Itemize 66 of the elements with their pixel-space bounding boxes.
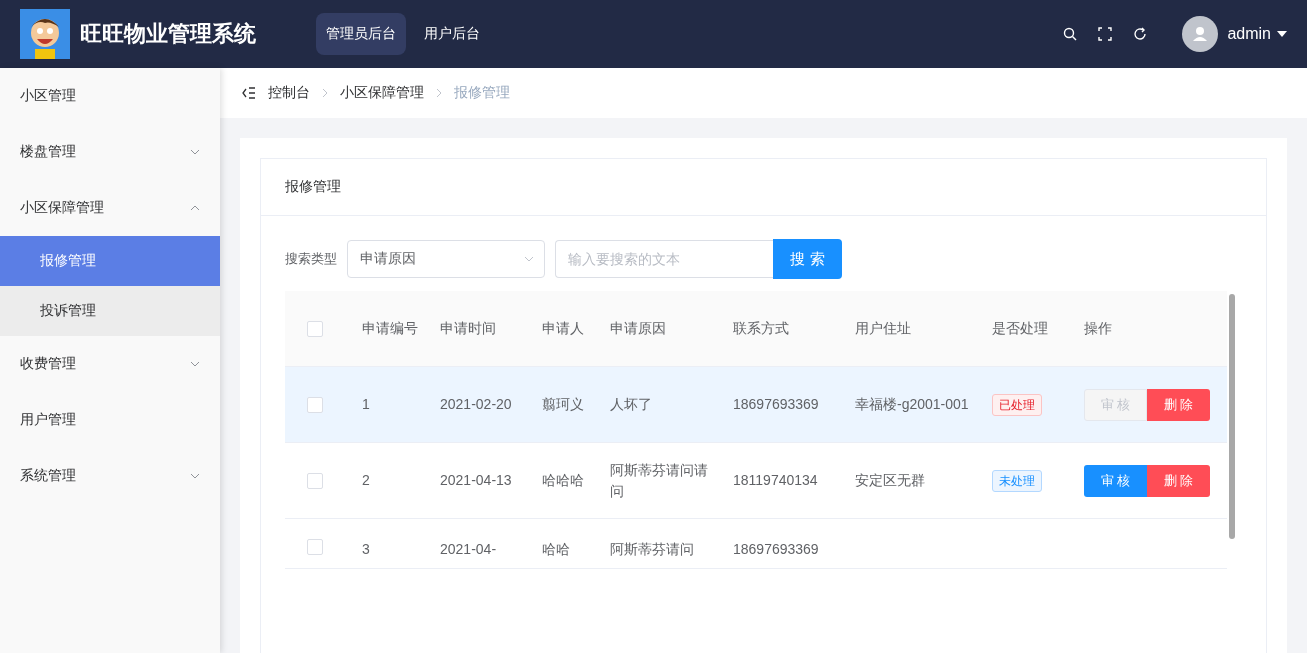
search-icon[interactable] [1063, 27, 1078, 41]
user-name[interactable]: admin [1227, 25, 1271, 43]
menu-label: 小区管理 [20, 87, 76, 105]
status-tag: 已处理 [992, 393, 1042, 416]
status-tag: 未处理 [992, 469, 1042, 492]
cartoon-boy-logo-icon [20, 9, 70, 59]
table-cell: 哈哈 [542, 541, 570, 557]
column-header: 申请编号 [362, 320, 418, 336]
table-cell: 2021-04-13 [440, 472, 512, 488]
table-cell: 幸福楼-g2001-001 [855, 396, 969, 412]
row-checkbox[interactable] [307, 396, 323, 413]
search-type-label: 搜索类型 [285, 250, 337, 268]
row-checkbox[interactable] [307, 472, 323, 489]
column-header: 申请时间 [440, 320, 496, 336]
column-header: 操作 [1084, 320, 1112, 336]
table-cell: 18697693369 [733, 396, 819, 412]
sidebar-item[interactable]: 系统管理 [0, 448, 220, 504]
column-header: 联系方式 [733, 320, 789, 336]
menu-label: 小区保障管理 [20, 199, 104, 217]
table-cell: 阿斯蒂芬请问请问 [610, 461, 708, 499]
table-cell: 人坏了 [610, 396, 652, 412]
table-cell: 18697693369 [733, 541, 819, 557]
menu-label: 用户管理 [20, 411, 76, 429]
sidebar-subitem[interactable]: 投诉管理 [0, 286, 220, 336]
menu-label: 楼盘管理 [20, 143, 76, 161]
column-header: 申请人 [542, 320, 584, 336]
sidebar-item[interactable]: 小区保障管理 [0, 180, 220, 236]
table-cell: 2021-02-20 [440, 396, 512, 412]
table-cell: 18119740134 [733, 472, 818, 488]
menu-label: 系统管理 [20, 467, 76, 485]
panel-title: 报修管理 [285, 178, 341, 196]
avatar-icon[interactable] [1182, 16, 1219, 52]
chevron-right-icon [436, 88, 442, 98]
table-cell: 翦珂义 [542, 396, 584, 412]
sidebar-subitem[interactable]: 报修管理 [0, 236, 220, 286]
chevron-down-icon [524, 256, 534, 262]
table-cell: 1 [362, 396, 370, 412]
select-all-checkbox[interactable] [307, 320, 323, 337]
app-title: 旺旺物业管理系统 [80, 20, 256, 48]
chevron-right-icon [322, 88, 328, 98]
search-field[interactable]: 输入要搜索的文本 [555, 240, 773, 278]
refresh-icon[interactable] [1133, 27, 1148, 41]
fullscreen-icon[interactable] [1098, 27, 1113, 41]
table-cell: 2021-04- [440, 541, 497, 557]
menu-label: 收费管理 [20, 355, 76, 373]
table-cell: 阿斯蒂芬请问 [610, 541, 694, 557]
sidebar-item[interactable]: 小区管理 [0, 68, 220, 124]
sidebar-item[interactable]: 用户管理 [0, 392, 220, 448]
sidebar-item[interactable]: 收费管理 [0, 336, 220, 392]
column-header: 申请原因 [610, 320, 666, 336]
table-cell: 哈哈哈 [542, 472, 584, 488]
nav-tab[interactable]: 管理员后台 [316, 13, 406, 55]
search-type-select[interactable]: 申请原因 [347, 240, 545, 278]
caret-down-icon[interactable] [1277, 31, 1287, 37]
table-cell: 3 [362, 541, 370, 557]
row-checkbox[interactable] [307, 539, 323, 555]
column-header: 是否处理 [992, 320, 1048, 336]
breadcrumb-link[interactable]: 小区保障管理 [340, 84, 424, 102]
column-header: 用户住址 [855, 320, 911, 336]
scrollbar[interactable] [1229, 294, 1235, 539]
sidebar-item[interactable]: 楼盘管理 [0, 124, 220, 180]
table-cell: 安定区无群 [855, 472, 925, 488]
collapse-menu-icon[interactable] [242, 87, 256, 99]
breadcrumb-link[interactable]: 控制台 [268, 84, 310, 102]
nav-tab[interactable]: 用户后台 [414, 13, 490, 55]
table-cell: 2 [362, 472, 370, 488]
